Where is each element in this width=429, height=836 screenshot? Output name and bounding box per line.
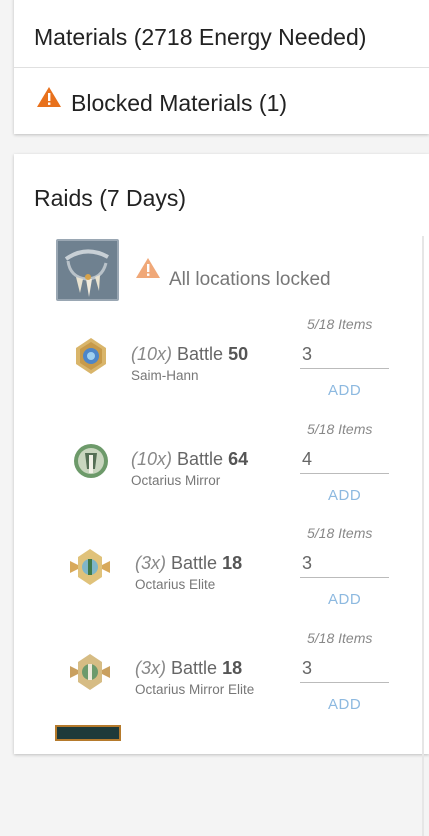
items-count: 5/18 Items <box>307 630 373 646</box>
warning-icon <box>37 87 61 107</box>
battle-medal-icon <box>76 338 106 374</box>
add-button[interactable]: ADD <box>328 487 361 504</box>
add-button[interactable]: ADD <box>328 591 361 608</box>
raid-material-panel: All locations locked 5/18 Items (10x) Ba… <box>52 236 424 836</box>
battle-title: (10x) Battle 64 <box>131 449 248 470</box>
add-button[interactable]: ADD <box>328 696 361 713</box>
battle-title: (3x) Battle 18 <box>135 658 242 679</box>
materials-card: Materials (2718 Energy Needed) Blocked M… <box>14 0 429 134</box>
items-count: 5/18 Items <box>307 421 373 437</box>
battle-medal-icon <box>74 444 108 478</box>
battle-row: 5/18 Items (10x) Battle 50 Saim-Hann 3 A… <box>52 314 422 419</box>
battle-number: 18 <box>222 553 243 573</box>
battle-multiplier: (10x) <box>131 449 173 469</box>
battle-location: Octarius Elite <box>135 577 216 592</box>
blocked-materials-header[interactable]: Blocked Materials (1) <box>71 90 287 117</box>
battle-medal-icon <box>70 549 110 585</box>
battle-label: Battle <box>177 449 224 469</box>
battle-title: (10x) Battle 50 <box>131 344 248 365</box>
battle-location: Saim-Hann <box>131 368 199 383</box>
locked-status-text: All locations locked <box>169 269 331 290</box>
quantity-input[interactable]: 4 <box>300 444 389 474</box>
locked-warning-icon <box>136 258 160 278</box>
battle-location: Octarius Mirror Elite <box>135 682 255 697</box>
raids-card: Raids (7 Days) All locations locked 5/18… <box>14 154 429 836</box>
next-material-icon <box>55 725 121 741</box>
battle-multiplier: (10x) <box>131 344 173 364</box>
items-count: 5/18 Items <box>307 525 373 541</box>
battle-medal-icon <box>70 654 110 690</box>
battle-row: 5/18 Items (3x) Battle 18 Octarius Mirro… <box>52 628 422 733</box>
battle-location: Octarius Mirror <box>131 473 221 488</box>
battle-title: (3x) Battle 18 <box>135 553 242 574</box>
quantity-input[interactable]: 3 <box>300 548 389 578</box>
battle-number: 50 <box>228 344 249 364</box>
raids-header: Raids (7 Days) <box>34 185 187 211</box>
battle-number: 64 <box>228 449 249 469</box>
battle-label: Battle <box>171 553 218 573</box>
quantity-input[interactable]: 3 <box>300 653 389 683</box>
add-button[interactable]: ADD <box>328 382 361 399</box>
battle-label: Battle <box>171 658 218 678</box>
items-count: 5/18 Items <box>307 316 373 332</box>
materials-header[interactable]: Materials (2718 Energy Needed) <box>34 24 366 51</box>
battle-label: Battle <box>177 344 224 364</box>
quantity-input[interactable]: 3 <box>300 339 389 369</box>
battle-row: 5/18 Items (10x) Battle 64 Octarius Mirr… <box>52 419 422 524</box>
materials-divider <box>14 67 429 68</box>
battle-row: 5/18 Items (3x) Battle 18 Octarius Elite… <box>52 523 422 628</box>
claw-necklace-icon <box>56 239 119 301</box>
battle-number: 18 <box>222 658 243 678</box>
battle-multiplier: (3x) <box>135 658 166 678</box>
battle-multiplier: (3x) <box>135 553 166 573</box>
